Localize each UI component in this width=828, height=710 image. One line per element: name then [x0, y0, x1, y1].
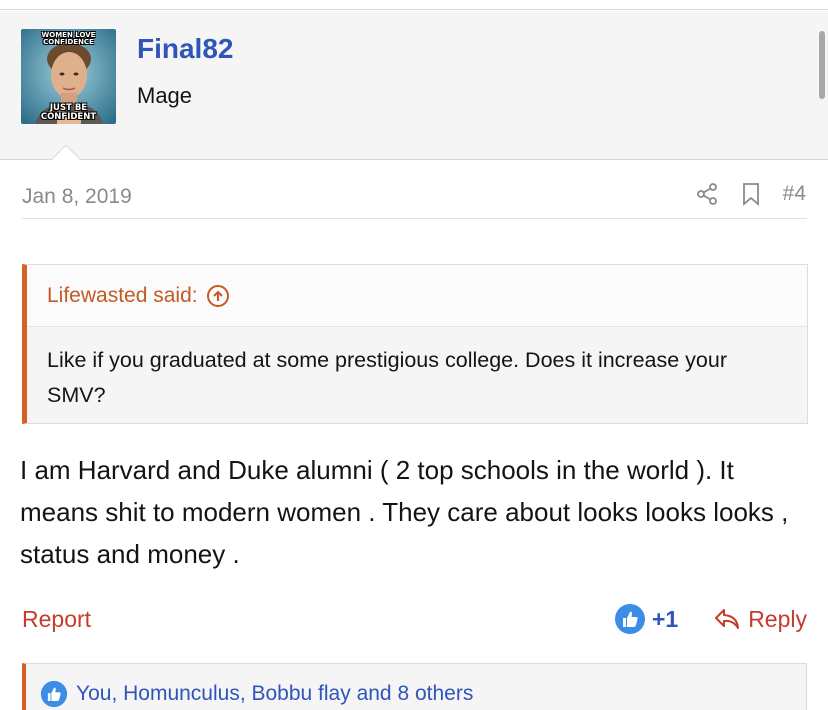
reply-label: Reply [748, 605, 807, 632]
post-actions: #4 [695, 182, 806, 206]
username-link[interactable]: Final82 [137, 33, 233, 65]
avatar-caption-top: WOMEN LOVE CONFIDENCE [41, 31, 96, 46]
avatar-caption-bottom: JUST BE CONFIDENT [40, 103, 97, 122]
post-footer: Report +1 Reply [22, 603, 807, 637]
report-link[interactable]: Report [22, 606, 91, 633]
like-count[interactable]: +1 [652, 606, 678, 633]
post-message: I am Harvard and Duke alumni ( 2 top sch… [20, 455, 789, 569]
post-date[interactable]: Jan 8, 2019 [22, 185, 132, 209]
post-number-link[interactable]: #4 [783, 182, 806, 206]
reply-arrow-icon [715, 609, 740, 629]
reactions-text[interactable]: You, Homunculus, Bobbu flay and 8 others [76, 682, 473, 706]
like-thumb-icon [40, 680, 68, 708]
reaction-group: +1 Reply [614, 603, 807, 635]
top-edge [0, 0, 828, 10]
arrow-up-circle-icon[interactable] [206, 284, 230, 308]
user-header [0, 11, 828, 160]
quote-block: Lifewasted said: Like if you graduated a… [22, 264, 808, 424]
avatar[interactable]: WOMEN LOVE CONFIDENCE JUST BE CONFIDENT [21, 29, 116, 124]
like-thumb-icon[interactable] [614, 603, 646, 635]
reply-button[interactable]: Reply [714, 606, 807, 633]
reactions-summary[interactable]: You, Homunculus, Bobbu flay and 8 others [40, 680, 473, 708]
quote-header[interactable]: Lifewasted said: [27, 265, 807, 327]
bookmark-icon[interactable] [741, 182, 761, 206]
share-icon[interactable] [695, 182, 719, 206]
quote-text: Like if you graduated at some prestigiou… [47, 348, 728, 407]
quote-author[interactable]: Lifewasted said: [47, 284, 198, 308]
post-divider [22, 218, 807, 219]
reactions-bar[interactable]: You, Homunculus, Bobbu flay and 8 others [22, 663, 807, 710]
scrollbar[interactable] [819, 31, 825, 99]
user-title: Mage [137, 83, 193, 108]
